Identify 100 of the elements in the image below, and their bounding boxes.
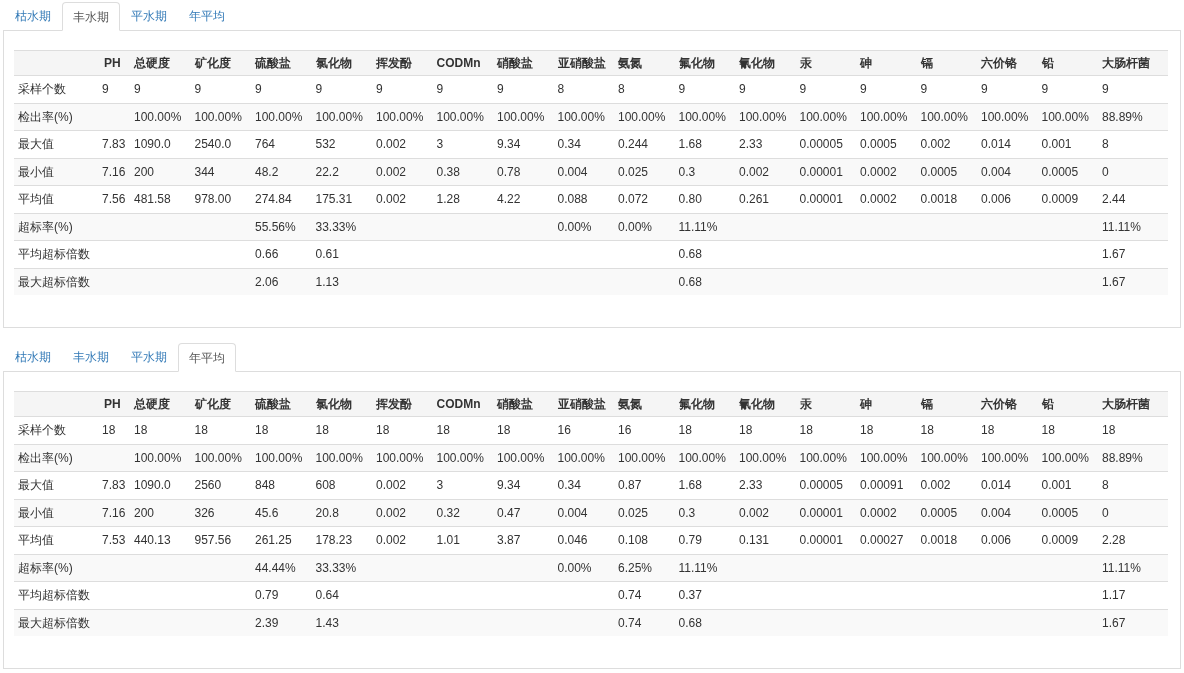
table-cell-text: 0.006 bbox=[981, 532, 1012, 550]
column-header: 氟化物 bbox=[678, 55, 715, 72]
tab[interactable]: 平水期 bbox=[120, 1, 178, 30]
column-header: 六价铬 bbox=[981, 396, 1017, 413]
table-cell-text: 3 bbox=[436, 477, 444, 495]
column-header: 挥发酚 bbox=[376, 55, 412, 72]
table-cell-text: 100.00% bbox=[436, 108, 484, 126]
table-cell-text: 0.74 bbox=[618, 614, 642, 632]
table-cell-text: 0.001 bbox=[1041, 136, 1072, 154]
table-cell-text: 100.00% bbox=[436, 449, 484, 467]
column-header: 氯化物 bbox=[315, 396, 352, 413]
table-cell-text: 978.00 bbox=[194, 191, 232, 209]
table-cell-text: 0.00001 bbox=[799, 191, 843, 209]
column-header: PH bbox=[103, 55, 121, 72]
table-cell-text: 9 bbox=[436, 81, 444, 99]
table-cell-text: 100.00% bbox=[618, 449, 666, 467]
row-label: 最小值 bbox=[17, 163, 54, 181]
table-cell-text: 1.13 bbox=[315, 273, 339, 291]
row-label: 检出率(%) bbox=[17, 449, 73, 467]
table-cell-text: 0.002 bbox=[376, 163, 407, 181]
table-cell-text: 440.13 bbox=[134, 532, 171, 550]
table-cell-text: 0.014 bbox=[981, 136, 1012, 154]
table-cell-text: 8 bbox=[1102, 477, 1109, 495]
table-cell-text: 0.002 bbox=[376, 532, 407, 550]
column-header: 镉 bbox=[920, 55, 933, 72]
table-cell-text: 33.33% bbox=[315, 559, 357, 577]
table-cell-text: 18 bbox=[315, 422, 329, 440]
tab[interactable]: 丰水期 bbox=[62, 342, 120, 371]
table-cell-text: 100.00% bbox=[255, 449, 303, 467]
table-cell-text: 0.0005 bbox=[1041, 163, 1079, 181]
table-cell-text: 9 bbox=[1102, 81, 1109, 99]
table-cell-text: 18 bbox=[678, 422, 692, 440]
table-cell-text: 100.00% bbox=[134, 449, 182, 467]
table-cell-text: 848 bbox=[255, 477, 276, 495]
table-cell-text: 7.53 bbox=[101, 532, 126, 550]
table-cell-text: 326 bbox=[194, 504, 215, 522]
table-cell-text: 274.84 bbox=[255, 191, 292, 209]
row-label: 采样个数 bbox=[17, 81, 66, 99]
table-cell-text: 7.83 bbox=[101, 477, 126, 495]
table-cell-text: 100.00% bbox=[557, 108, 605, 126]
row-label: 最大超标倍数 bbox=[17, 273, 90, 291]
table-cell-text: 100.00% bbox=[799, 108, 847, 126]
tab[interactable]: 平水期 bbox=[120, 342, 178, 371]
table-cell-text: 2.28 bbox=[1102, 532, 1126, 550]
column-header: 砷 bbox=[860, 396, 872, 413]
table-cell-text: 0 bbox=[1102, 163, 1109, 181]
table-cell-text: 0.002 bbox=[376, 477, 407, 495]
row-label: 平均值 bbox=[17, 191, 54, 209]
table-cell-text: 0.0005 bbox=[860, 136, 897, 154]
table-cell-text: 1.68 bbox=[678, 136, 702, 154]
table-cell-text: 0.47 bbox=[497, 504, 521, 522]
table-cell-text: 18 bbox=[920, 422, 934, 440]
table-cell-text: 100.00% bbox=[497, 449, 545, 467]
table-cell-text: 0.006 bbox=[981, 191, 1012, 209]
column-header: 氨氮 bbox=[618, 396, 642, 413]
table-cell-text: 9.34 bbox=[497, 477, 521, 495]
table-cell-text: 100.00% bbox=[134, 108, 182, 126]
table-cell-text: 0.64 bbox=[315, 587, 339, 605]
table-cell-text: 0.025 bbox=[618, 504, 649, 522]
table-cell-text: 0.68 bbox=[678, 614, 702, 632]
table-cell-text: 1.01 bbox=[436, 532, 460, 550]
table-cell-text: 0.002 bbox=[739, 504, 770, 522]
tab[interactable]: 年平均 bbox=[178, 1, 236, 30]
table-cell-text: 6.25% bbox=[618, 559, 653, 577]
table-cell-text: 100.00% bbox=[678, 108, 726, 126]
tab[interactable]: 丰水期 bbox=[62, 2, 120, 31]
table-cell-text: 18 bbox=[376, 422, 390, 440]
column-header: 六价铬 bbox=[981, 55, 1017, 72]
table-cell-text: 18 bbox=[255, 422, 269, 440]
table-cell-text: 0.131 bbox=[739, 532, 770, 550]
column-header: 铅 bbox=[1041, 55, 1054, 72]
tab[interactable]: 枯水期 bbox=[4, 342, 62, 371]
table-cell-text: 0.0009 bbox=[1041, 532, 1079, 550]
table-cell-text: 18 bbox=[799, 422, 813, 440]
table-cell-text: 0.072 bbox=[618, 191, 649, 209]
table-cell-text: 18 bbox=[101, 422, 116, 440]
table-cell-text: 9 bbox=[678, 81, 686, 99]
table-cell-text: 0.00027 bbox=[860, 532, 904, 550]
table-cell-text: 0.37 bbox=[678, 587, 702, 605]
column-header: 硝酸盐 bbox=[497, 55, 533, 72]
table-cell-text: 100.00% bbox=[315, 108, 363, 126]
column-header: 大肠杆菌 bbox=[1102, 396, 1150, 413]
tab[interactable]: 枯水期 bbox=[4, 1, 62, 30]
table-cell-text: 178.23 bbox=[315, 532, 353, 550]
table-cell-text: 45.6 bbox=[255, 504, 279, 522]
table-cell-text: 100.00% bbox=[497, 108, 545, 126]
table-cell-text: 9 bbox=[315, 81, 323, 99]
table-cell-text: 0.00% bbox=[618, 218, 653, 236]
table-cell-text: 11.11% bbox=[1102, 218, 1141, 236]
tab[interactable]: 年平均 bbox=[178, 343, 236, 372]
table-cell-text: 1.67 bbox=[1102, 614, 1126, 632]
table-cell-text: 0.0005 bbox=[1041, 504, 1079, 522]
table-cell-text: 0.0018 bbox=[920, 191, 958, 209]
table-cell-text: 18 bbox=[860, 422, 874, 440]
table-cell-text: 261.25 bbox=[255, 532, 292, 550]
table-cell-text: 9 bbox=[920, 81, 928, 99]
table-cell-text: 16 bbox=[618, 422, 632, 440]
table-cell-text: 48.2 bbox=[255, 163, 279, 181]
table-cell-text: 0.108 bbox=[618, 532, 649, 550]
table-cell-text: 532 bbox=[315, 136, 336, 154]
